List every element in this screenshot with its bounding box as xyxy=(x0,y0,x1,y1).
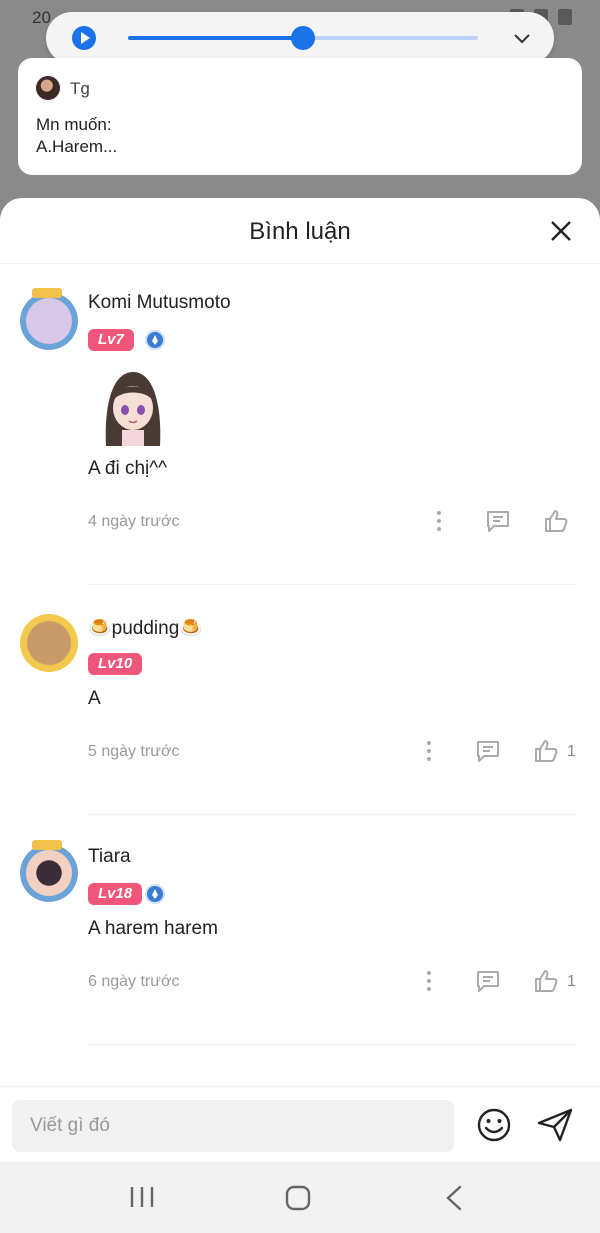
more-options-icon[interactable] xyxy=(416,738,442,764)
like-icon[interactable] xyxy=(543,508,569,534)
more-options-icon[interactable] xyxy=(426,508,452,534)
writer-badge-icon xyxy=(32,840,62,850)
sticker-image xyxy=(105,372,161,446)
username[interactable]: 🍮pudding🍮 xyxy=(88,616,203,640)
sheet-header: Bình luận xyxy=(0,198,600,264)
home-icon[interactable] xyxy=(284,1184,312,1212)
divider xyxy=(88,584,576,585)
battery-icon xyxy=(558,9,572,25)
notification-message: Mn muốn: A.Harem... xyxy=(36,114,117,158)
play-icon[interactable] xyxy=(72,26,96,50)
sheet-title: Bình luận xyxy=(249,218,351,245)
divider xyxy=(88,814,576,815)
username[interactable]: Tiara xyxy=(88,846,131,868)
reply-icon[interactable] xyxy=(485,508,511,534)
notification-card[interactable]: Tg Mn muốn: A.Harem... xyxy=(18,58,582,175)
comment-text: A đi chị^^ xyxy=(88,458,168,479)
close-icon[interactable] xyxy=(550,220,572,242)
like-count: 1 xyxy=(567,973,576,990)
comment-time: 4 ngày trước xyxy=(88,513,180,530)
reply-icon[interactable] xyxy=(475,968,501,994)
comment-text: A xyxy=(88,688,101,709)
recents-icon[interactable] xyxy=(128,1186,156,1208)
notification-line: Mn muốn: xyxy=(36,115,112,134)
reply-icon[interactable] xyxy=(475,738,501,764)
more-options-icon[interactable] xyxy=(416,968,442,994)
divider xyxy=(88,1044,576,1045)
verified-icon xyxy=(145,884,165,904)
media-seek-bar[interactable] xyxy=(128,26,478,50)
seek-thumb[interactable] xyxy=(291,26,315,50)
avatar[interactable] xyxy=(20,288,78,350)
emoji-icon[interactable] xyxy=(476,1107,512,1143)
notification-sender: Tg xyxy=(70,79,90,98)
comment-input-bar xyxy=(0,1086,600,1162)
comments-sheet: Bình luận Komi Mutusmoto Lv7 A đi chị^^ … xyxy=(0,198,600,1162)
send-icon[interactable] xyxy=(536,1107,574,1143)
username[interactable]: Komi Mutusmoto xyxy=(88,292,231,314)
sender-avatar xyxy=(36,76,60,100)
comment-input[interactable] xyxy=(12,1100,454,1152)
media-player xyxy=(46,12,554,64)
like-count: 1 xyxy=(567,743,576,760)
level-badge: Lv7 xyxy=(88,329,134,351)
level-badge: Lv10 xyxy=(88,653,143,675)
system-nav-bar xyxy=(0,1162,600,1233)
writer-badge-icon xyxy=(32,288,62,298)
seek-progress xyxy=(128,36,303,40)
like-icon[interactable] xyxy=(533,738,559,764)
comment-time: 6 ngày trước xyxy=(88,973,180,990)
notification-line: A.Harem... xyxy=(36,137,118,156)
comment-time: 5 ngày trước xyxy=(88,743,180,760)
avatar[interactable] xyxy=(20,614,78,672)
avatar[interactable] xyxy=(20,840,78,902)
level-badge: Lv18 xyxy=(88,883,143,905)
comment-text: A harem harem xyxy=(88,918,218,939)
like-icon[interactable] xyxy=(533,968,559,994)
verified-icon xyxy=(145,330,165,350)
back-icon[interactable] xyxy=(442,1184,466,1212)
chevron-down-icon[interactable] xyxy=(512,28,532,48)
